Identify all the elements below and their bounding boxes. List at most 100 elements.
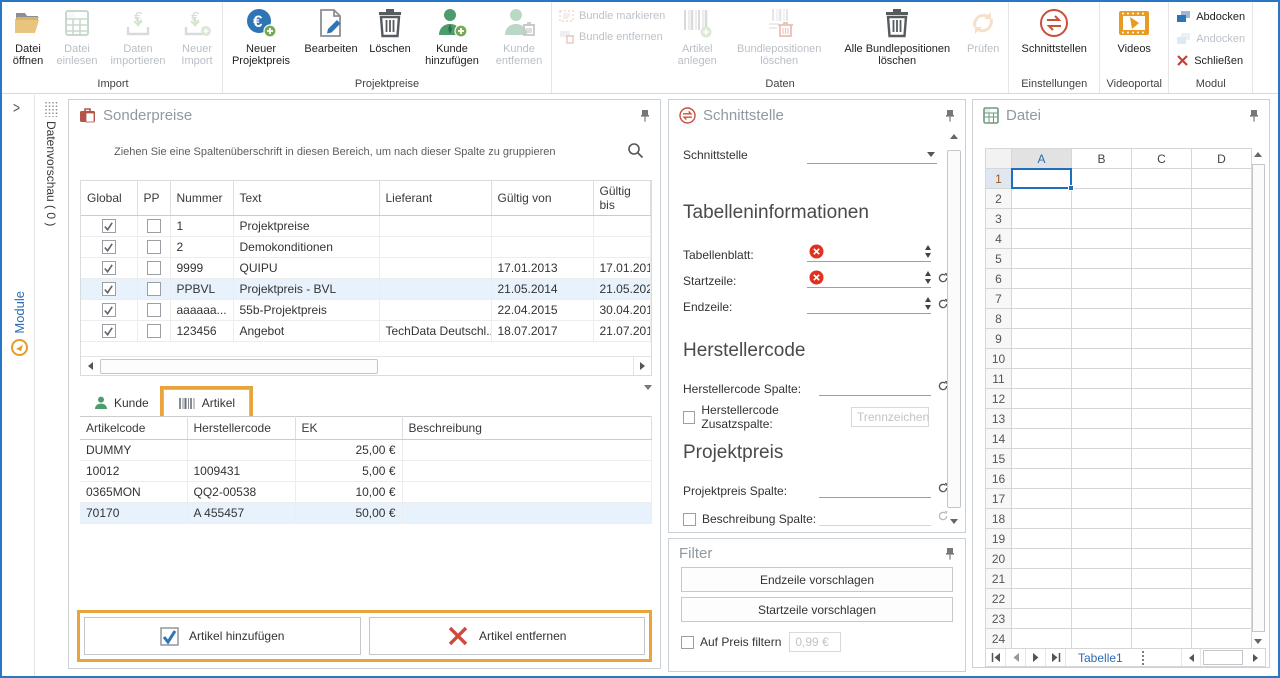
sheet-cell[interactable] xyxy=(1072,189,1132,209)
sidebar-tab-module[interactable]: Module xyxy=(4,291,35,356)
sheet-cell[interactable] xyxy=(1192,409,1252,429)
sheet-row-header[interactable]: 9 xyxy=(986,329,1012,349)
sheet-cell[interactable] xyxy=(1072,609,1132,629)
sheet-column-header[interactable]: D xyxy=(1192,149,1252,169)
sheet-cell[interactable] xyxy=(1192,509,1252,529)
sheet-row-header[interactable]: 6 xyxy=(986,269,1012,289)
sheet-cell[interactable] xyxy=(1072,309,1132,329)
column-header[interactable]: Text xyxy=(233,181,379,216)
sheet-row-header[interactable]: 5 xyxy=(986,249,1012,269)
sheet-cell[interactable] xyxy=(1012,249,1072,269)
sheet-cell[interactable] xyxy=(1192,429,1252,449)
sheet-cell[interactable] xyxy=(1192,469,1252,489)
neuer-projektpreis-button[interactable]: € Neuer Projektpreis xyxy=(224,2,298,76)
kunde-hinzufuegen-button[interactable]: Kunde hinzufügen xyxy=(416,2,488,76)
table-row[interactable]: PPBVLProjektpreis - BVL21.05.201421.05.2… xyxy=(81,279,651,300)
videos-button[interactable]: Videos xyxy=(1101,2,1167,76)
sheet-cell[interactable] xyxy=(1132,269,1192,289)
tab-kunde[interactable]: Kunde xyxy=(80,390,163,416)
checkbox-unchecked[interactable] xyxy=(137,300,170,321)
sheet-cell[interactable] xyxy=(1072,529,1132,549)
pin-icon[interactable] xyxy=(945,109,955,122)
sheet-cell[interactable] xyxy=(1072,229,1132,249)
sheet-row-header[interactable]: 17 xyxy=(986,489,1012,509)
expand-chevron-icon[interactable]: > xyxy=(13,99,20,117)
loeschen-button[interactable]: Löschen xyxy=(364,2,416,76)
checkbox[interactable] xyxy=(681,636,694,649)
bearbeiten-button[interactable]: Bearbeiten xyxy=(298,2,364,76)
sheet-cell[interactable] xyxy=(1012,269,1072,289)
sheet-cell[interactable] xyxy=(1132,209,1192,229)
kunde-entfernen-button[interactable]: Kunde entfernen xyxy=(488,2,550,76)
checkbox-unchecked[interactable] xyxy=(137,321,170,342)
sheet-cell[interactable] xyxy=(1072,489,1132,509)
table-row[interactable]: 1001210094315,00 € xyxy=(80,461,652,482)
endzeile-field[interactable] xyxy=(807,294,931,314)
sheet-cell[interactable] xyxy=(1132,349,1192,369)
daten-importieren-button[interactable]: € Daten importieren xyxy=(103,2,173,76)
sheet-cell[interactable] xyxy=(1072,389,1132,409)
sheet-row-header[interactable]: 13 xyxy=(986,409,1012,429)
sheet-cell[interactable] xyxy=(1132,309,1192,329)
tab-splitter[interactable] xyxy=(1139,651,1147,665)
vertical-scrollbar[interactable] xyxy=(1251,148,1266,648)
sheet-row-header[interactable]: 20 xyxy=(986,549,1012,569)
scroll-right-icon[interactable] xyxy=(633,357,651,375)
sheet-cell[interactable] xyxy=(1072,469,1132,489)
table-row[interactable]: DUMMY25,00 € xyxy=(80,440,652,461)
sheet-row-header[interactable]: 24 xyxy=(986,629,1012,649)
sheet-cell[interactable] xyxy=(1072,269,1132,289)
table-row[interactable]: aaaaaa...55b-Projektpreis22.04.201530.04… xyxy=(81,300,651,321)
sheet-row-header[interactable]: 21 xyxy=(986,569,1012,589)
sheet-cell[interactable] xyxy=(1072,409,1132,429)
sheet-cell[interactable] xyxy=(1132,589,1192,609)
sheet-cell[interactable] xyxy=(1192,609,1252,629)
sheet-tab[interactable]: Tabelle1 xyxy=(1066,651,1135,665)
sheet-cell[interactable] xyxy=(1132,429,1192,449)
sheet-cell[interactable] xyxy=(1132,249,1192,269)
pin-icon[interactable] xyxy=(1249,109,1259,122)
sheet-cell[interactable] xyxy=(1192,549,1252,569)
tab-artikel[interactable]: Artikel xyxy=(163,389,250,416)
table-row[interactable]: 0365MONQQ2-0053810,00 € xyxy=(80,482,652,503)
sheet-cell[interactable] xyxy=(1132,629,1192,649)
sheet-row-header[interactable]: 3 xyxy=(986,209,1012,229)
pin-icon[interactable] xyxy=(945,547,955,560)
column-header[interactable]: Global xyxy=(81,181,137,216)
sheet-cell[interactable] xyxy=(1072,289,1132,309)
checkbox[interactable] xyxy=(683,513,696,526)
sheet-row-header[interactable]: 10 xyxy=(986,349,1012,369)
sheet-row-header[interactable]: 16 xyxy=(986,469,1012,489)
checkbox-unchecked[interactable] xyxy=(137,258,170,279)
first-sheet-icon[interactable] xyxy=(986,649,1006,666)
sheet-cell[interactable] xyxy=(1012,629,1072,649)
column-header[interactable]: EK xyxy=(295,417,402,440)
schnittstelle-combobox[interactable] xyxy=(807,144,937,164)
sheet-cell[interactable] xyxy=(1192,169,1252,189)
scroll-left-icon[interactable] xyxy=(81,357,99,375)
scrollbar-thumb[interactable] xyxy=(1203,650,1243,665)
scroll-left-icon[interactable] xyxy=(1181,649,1201,666)
datenvorschau-tab[interactable]: Datenvorschau ( 0 ) xyxy=(44,121,58,226)
beschreibung-spalte-field[interactable] xyxy=(819,506,931,526)
startzeile-vorschlagen-button[interactable]: Startzeile vorschlagen xyxy=(681,597,953,622)
sheet-column-header[interactable]: B xyxy=(1072,149,1132,169)
sheet-cell[interactable] xyxy=(1192,309,1252,329)
sheet-cell[interactable] xyxy=(1072,569,1132,589)
pruefen-button[interactable]: Prüfen xyxy=(959,2,1007,76)
projektpreis-spalte-field[interactable] xyxy=(819,478,931,498)
sheet-cell[interactable] xyxy=(1012,569,1072,589)
sheet-cell[interactable] xyxy=(1072,589,1132,609)
last-sheet-icon[interactable] xyxy=(1046,649,1066,666)
sheet-cell[interactable] xyxy=(1192,369,1252,389)
bundle-entfernen-button[interactable]: Bundle entfernen xyxy=(559,30,665,44)
sheet-cell[interactable] xyxy=(1012,509,1072,529)
neuer-import-button[interactable]: € Neuer Import xyxy=(173,2,221,76)
spinner-control[interactable] xyxy=(925,245,931,258)
sheet-cell[interactable] xyxy=(1192,449,1252,469)
sheet-row-header[interactable]: 11 xyxy=(986,369,1012,389)
bundlepositionen-loeschen-button[interactable]: Bundlepositionen löschen xyxy=(723,2,835,76)
endzeile-vorschlagen-button[interactable]: Endzeile vorschlagen xyxy=(681,567,953,592)
next-sheet-icon[interactable] xyxy=(1026,649,1046,666)
table-row[interactable]: 2Demokonditionen xyxy=(81,237,651,258)
